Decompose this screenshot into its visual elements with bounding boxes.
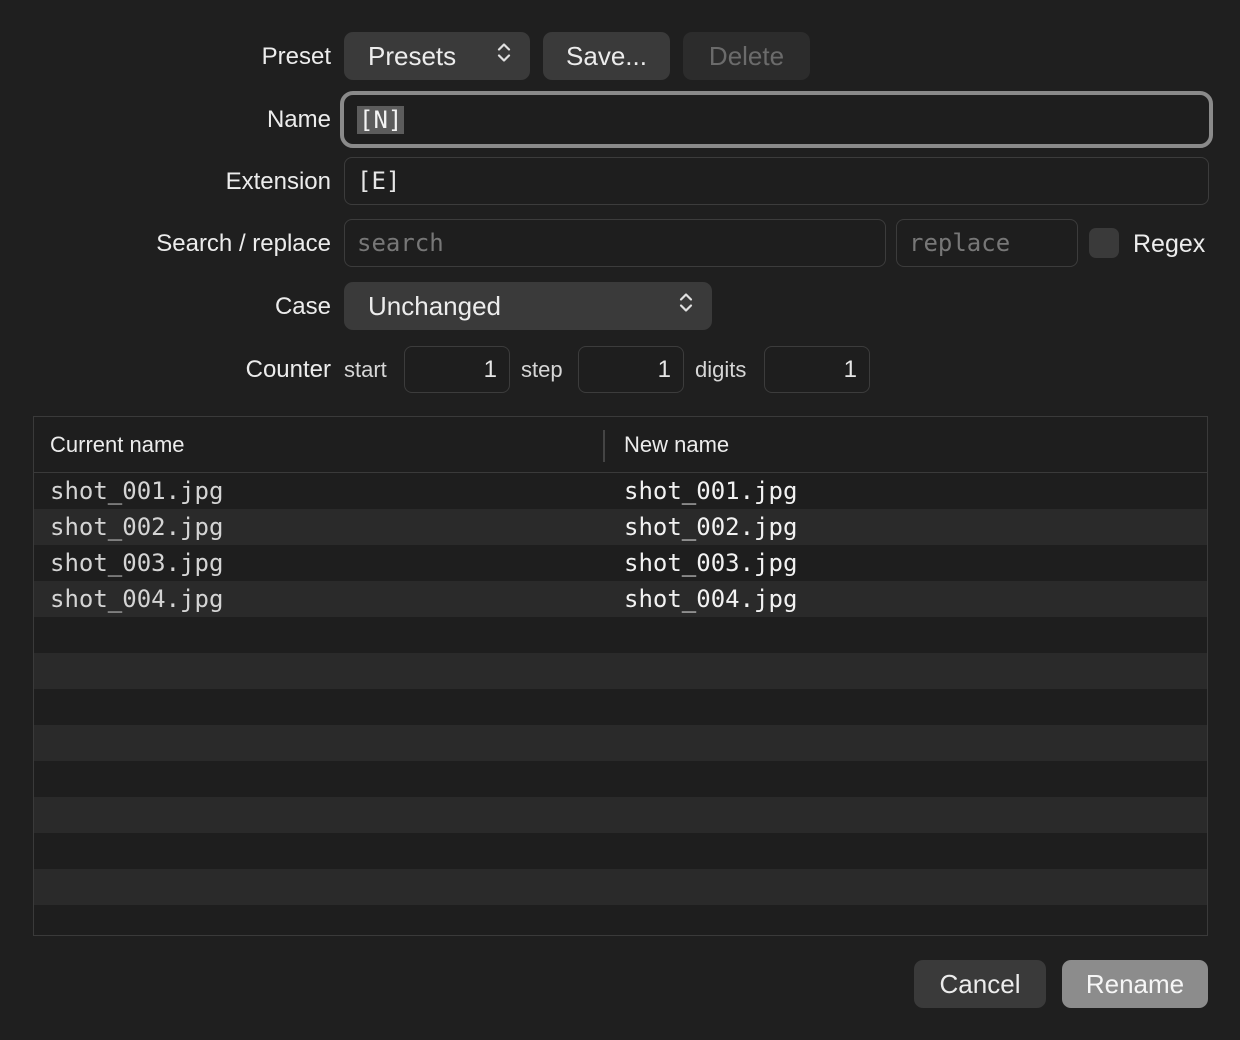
counter-step-value: 1 [657, 355, 671, 383]
counter-step-field[interactable]: 1 [578, 346, 684, 393]
replace-input[interactable]: replace [896, 219, 1078, 267]
search-input[interactable]: search [344, 219, 886, 267]
regex-checkbox[interactable] [1089, 228, 1119, 258]
empty-row [34, 869, 1207, 905]
extension-pattern-value: [E] [357, 167, 401, 195]
name-pattern-value: [N] [357, 105, 405, 134]
table-header: Current name New name [34, 417, 1207, 473]
rename-preview-table[interactable]: Current name New name shot_001.jpg shot_… [33, 416, 1208, 936]
empty-row [34, 617, 1207, 653]
delete-preset-button[interactable]: Delete [683, 32, 810, 80]
replace-placeholder: replace [909, 229, 1011, 257]
counter-digits-value: 1 [843, 355, 857, 383]
column-header-new-name[interactable]: New name [624, 417, 729, 473]
case-label: Case [274, 293, 331, 320]
empty-row [34, 689, 1207, 725]
name-pattern-field[interactable]: [N] [340, 91, 1213, 148]
table-row[interactable]: shot_002.jpg shot_002.jpg [34, 509, 1207, 545]
new-name-cell: shot_001.jpg [624, 477, 798, 505]
current-name-cell: shot_004.jpg [50, 585, 224, 613]
table-row[interactable]: shot_001.jpg shot_001.jpg [34, 473, 1207, 509]
case-popup-value: Unchanged [368, 290, 501, 321]
column-divider[interactable] [603, 430, 605, 462]
empty-row [34, 761, 1207, 797]
empty-row [34, 797, 1207, 833]
chevron-up-down-icon [496, 41, 512, 72]
counter-label: Counter [245, 356, 331, 383]
counter-step-label: step [521, 357, 563, 382]
new-name-cell: shot_004.jpg [624, 585, 798, 613]
counter-start-field[interactable]: 1 [404, 346, 510, 393]
new-name-cell: shot_002.jpg [624, 513, 798, 541]
preset-popup[interactable]: Presets [344, 32, 530, 80]
empty-row [34, 653, 1207, 689]
name-label: Name [266, 106, 331, 133]
extension-pattern-field[interactable]: [E] [344, 157, 1209, 205]
counter-start-value: 1 [483, 355, 497, 383]
rename-button[interactable]: Rename [1062, 960, 1208, 1008]
empty-row [34, 833, 1207, 869]
case-popup[interactable]: Unchanged [344, 282, 712, 330]
extension-label: Extension [225, 168, 331, 195]
current-name-cell: shot_003.jpg [50, 549, 224, 577]
counter-start-label: start [344, 357, 387, 382]
chevron-up-down-icon [678, 291, 694, 322]
table-row[interactable]: shot_003.jpg shot_003.jpg [34, 545, 1207, 581]
current-name-cell: shot_002.jpg [50, 513, 224, 541]
counter-digits-label: digits [695, 357, 747, 382]
column-header-current-name[interactable]: Current name [50, 417, 185, 473]
current-name-cell: shot_001.jpg [50, 477, 224, 505]
preset-label: Preset [261, 43, 331, 70]
table-row[interactable]: shot_004.jpg shot_004.jpg [34, 581, 1207, 617]
empty-row [34, 905, 1207, 935]
search-replace-label: Search / replace [156, 230, 331, 257]
cancel-button[interactable]: Cancel [914, 960, 1046, 1008]
empty-row [34, 725, 1207, 761]
search-placeholder: search [357, 229, 444, 257]
new-name-cell: shot_003.jpg [624, 549, 798, 577]
save-preset-button[interactable]: Save... [543, 32, 670, 80]
regex-label: Regex [1133, 230, 1206, 258]
counter-digits-field[interactable]: 1 [764, 346, 870, 393]
preset-popup-value: Presets [368, 40, 457, 71]
